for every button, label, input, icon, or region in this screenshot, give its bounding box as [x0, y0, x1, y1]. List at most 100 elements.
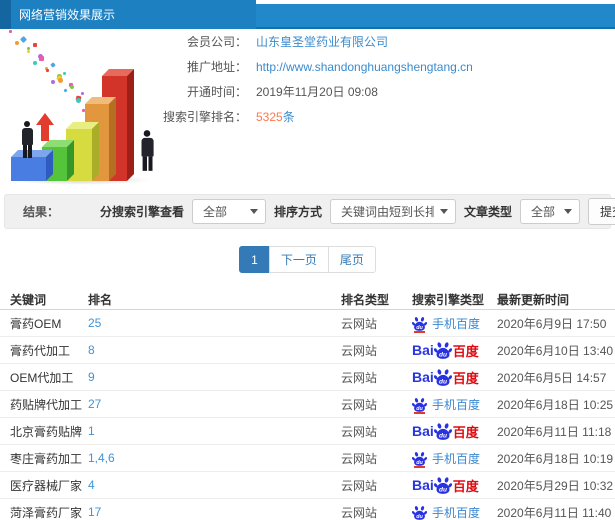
chevron-down-icon [564, 209, 572, 214]
keyword-cell: 膏药OEM [10, 316, 62, 331]
engine-rank-count[interactable]: 5325条 [256, 108, 295, 125]
confetti-dot [38, 56, 45, 62]
engine-cell: Bai du 百度 [412, 450, 497, 468]
title-bar: 网络营销效果展示 [0, 0, 615, 29]
confetti-dot [63, 88, 68, 93]
last-page-button[interactable]: 尾页 [327, 246, 376, 273]
keyword-cell: 膏药代加工 [10, 343, 71, 358]
promo-url-label: 推广地址： [186, 60, 247, 74]
sort-label: 排序方式 [273, 205, 322, 219]
table-row: 北京膏药贴牌 1 云网站 Bai du 百度 2020年6月11日 11:18 [0, 418, 615, 445]
mobile-baidu-logo: du 手机百度 [412, 396, 481, 414]
member-info-section: 会员公司： 山东皇圣堂药业有限公司 推广地址： http://www.shand… [0, 29, 615, 192]
promo-url-row: 推广地址： http://www.shandonghuangshengtang.… [160, 54, 473, 79]
rank-link[interactable]: 9 [88, 370, 95, 384]
table-row: 膏药OEM 25 云网站 Bai du 百度 [0, 310, 615, 337]
keyword-rank-table: 关键词 排名 排名类型 搜索引擎类型 最新更新时间 膏药OEM 25 云网站 B… [0, 289, 615, 520]
svg-text:du: du [416, 324, 423, 330]
rank-link[interactable]: 1 [88, 424, 95, 438]
update-time-cell: 2020年6月18日 10:25 [497, 397, 614, 412]
confetti-dot [9, 30, 12, 33]
rank-cell: 17 [88, 505, 341, 519]
header-engine-type: 搜索引擎类型 [412, 292, 485, 307]
rank-type-cell: 云网站 [341, 316, 378, 331]
next-page-button[interactable]: 下一页 [268, 246, 329, 273]
keyword-cell: 北京膏药贴牌 [10, 424, 83, 439]
svg-text:du: du [439, 378, 447, 385]
confetti-dot [81, 91, 85, 95]
page-1-button[interactable]: 1 [239, 246, 270, 273]
confetti-dot [26, 49, 31, 54]
rank-count-number: 5325 [256, 110, 283, 124]
table-header-row: 关键词 排名 排名类型 搜索引擎类型 最新更新时间 [0, 289, 615, 310]
mobile-baidu-logo: du 手机百度 [412, 315, 480, 333]
engine-cell: Bai du 百度 [412, 315, 497, 333]
chevron-down-icon [249, 209, 258, 214]
rank-cell: 4 [88, 478, 341, 492]
svg-text:du: du [439, 432, 447, 439]
engine-view-select[interactable]: 全部 [191, 199, 266, 224]
mobile-baidu-label: 手机百度 [432, 451, 481, 466]
keyword-cell: 医疗器械厂家 [10, 478, 83, 493]
svg-text:du: du [416, 405, 423, 411]
baidu-paw-icon: du [412, 505, 427, 520]
engine-cell: Bai du 百度 [412, 476, 497, 495]
confetti-dot [51, 80, 56, 85]
rank-count-unit: 条 [282, 110, 295, 124]
mobile-baidu-label: 手机百度 [432, 505, 481, 520]
article-type-label: 文章类型 [463, 205, 512, 219]
baidu-paw-icon: du [433, 476, 452, 494]
update-time-cell: 2020年6月9日 17:50 [497, 316, 607, 331]
header-keyword: 关键词 [10, 292, 47, 307]
rank-type-cell: 云网站 [341, 397, 378, 412]
rank-link[interactable]: 17 [88, 505, 101, 519]
table-row: 菏泽膏药厂家 17 云网站 Bai du 百度 [0, 499, 615, 520]
engine-view-label: 分搜索引擎查看 [99, 205, 184, 219]
baidu-paw-icon: du [412, 451, 427, 468]
illustration-bar-blue [11, 157, 46, 181]
engine-cell: Bai du 百度 [412, 341, 497, 360]
result-label: 结果： [23, 205, 60, 219]
table-row: OEM代加工 9 云网站 Bai du 百度 2020年6月5日 14:57 [0, 364, 615, 391]
rank-cell: 9 [88, 370, 341, 384]
baidu-pc-logo: Bai du 百度 [412, 341, 479, 359]
rank-type-cell: 云网站 [341, 424, 378, 439]
rank-link[interactable]: 8 [88, 343, 95, 357]
filter-controls: 分搜索引擎查看 全部 排序方式 关键词由短到长排序 文章类型 全部 提交 [100, 198, 615, 225]
rank-cell: 1 [88, 424, 341, 438]
submit-button[interactable]: 提交 [588, 198, 615, 225]
update-time-cell: 2020年6月18日 10:19 [497, 451, 614, 466]
businessman-right [138, 130, 156, 171]
confetti-dot [33, 60, 38, 65]
svg-text:du: du [439, 486, 447, 493]
promo-url-link[interactable]: http://www.shandonghuangshengtang.cn [256, 60, 473, 74]
sort-select[interactable]: 关键词由短到长排序 [329, 199, 456, 224]
update-time-cell: 2020年6月5日 14:57 [497, 370, 607, 385]
update-time-cell: 2020年6月11日 11:18 [497, 424, 612, 439]
svg-text:du: du [416, 459, 423, 465]
open-time-value: 2019年11月20日 09:08 [256, 85, 378, 99]
article-type-select[interactable]: 全部 [520, 199, 580, 224]
baidu-paw-icon: du [412, 316, 427, 333]
mobile-baidu-logo: du 手机百度 [412, 504, 480, 520]
header-update-time: 最新更新时间 [497, 292, 570, 307]
rank-cell: 25 [88, 316, 341, 330]
baidu-paw-icon: du [433, 422, 452, 440]
rank-link[interactable]: 27 [88, 397, 101, 411]
mobile-baidu-label: 手机百度 [432, 397, 481, 412]
rank-type-cell: 云网站 [341, 370, 378, 385]
title-tab: 网络营销效果展示 [0, 0, 256, 29]
member-company-link[interactable]: 山东皇圣堂药业有限公司 [256, 33, 388, 50]
rank-cell: 27 [88, 397, 341, 411]
baidu-paw-icon: du [433, 341, 452, 359]
engine-cell: Bai du 百度 [412, 504, 497, 520]
confetti-dot [45, 69, 49, 73]
update-time-cell: 2020年6月11日 11:40 [497, 505, 612, 520]
header-rank-type: 排名类型 [341, 292, 390, 307]
rank-link[interactable]: 1,4,6 [88, 451, 115, 465]
confetti-dot [19, 35, 27, 43]
rank-link[interactable]: 25 [88, 316, 101, 330]
rank-type-cell: 云网站 [341, 451, 378, 466]
rank-link[interactable]: 4 [88, 478, 95, 492]
engine-rank-label: 搜索引擎排名： [162, 110, 247, 124]
